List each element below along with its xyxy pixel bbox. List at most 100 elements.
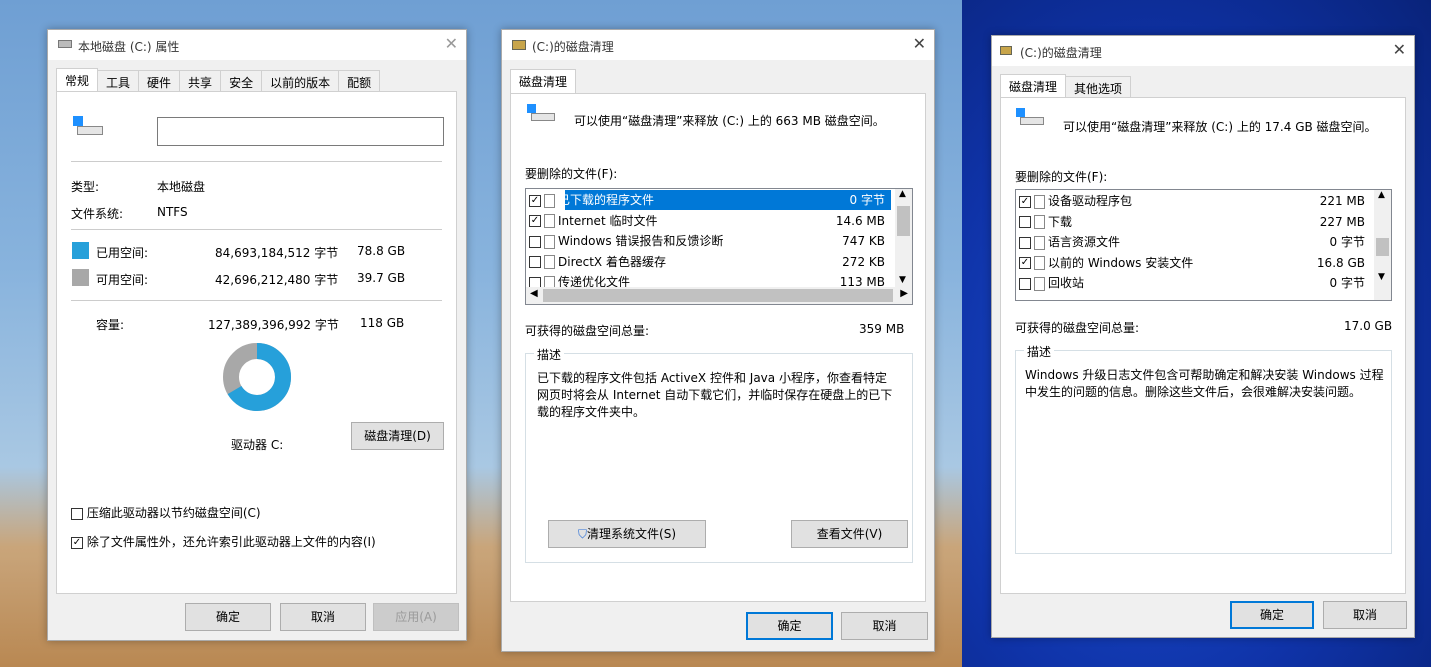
- list-item[interactable]: DirectX 着色器缓存 272 KB: [529, 252, 891, 272]
- free-bytes: 42,696,212,480 字节: [215, 273, 339, 287]
- file-icon: [544, 255, 555, 269]
- list-item[interactable]: ✓ 设备驱动程序包 221 MB: [1019, 191, 1371, 211]
- item-checkbox[interactable]: ✓: [1019, 257, 1031, 269]
- item-name: 设备驱动程序包: [1048, 194, 1133, 208]
- cleanup-icon: [512, 40, 526, 50]
- item-name: DirectX 着色器缓存: [558, 254, 666, 269]
- disk-cleanup-window: (C:)的磁盘清理 ✕ 磁盘清理 可以使用“磁盘清理”来释放 (C:) 上的 6…: [501, 29, 935, 652]
- item-checkbox[interactable]: [1019, 216, 1031, 228]
- close-icon[interactable]: ✕: [445, 34, 458, 53]
- free-gb: 39.7 GB: [357, 271, 406, 285]
- item-checkbox[interactable]: [529, 256, 541, 268]
- view-files-button[interactable]: 查看文件(V): [791, 520, 908, 548]
- window-title: (C:)的磁盘清理: [1020, 46, 1102, 60]
- title-bar: (C:)的磁盘清理 ✕: [502, 30, 934, 60]
- file-icon: [544, 214, 555, 228]
- file-icon: [1034, 276, 1045, 291]
- divider: [71, 229, 442, 230]
- cancel-button[interactable]: 取消: [1323, 601, 1407, 629]
- horizontal-scrollbar[interactable]: ◀ ▶: [526, 287, 912, 304]
- shield-icon: ⛉: [578, 527, 588, 541]
- scroll-down-icon[interactable]: ▼: [1378, 272, 1385, 282]
- file-icon: [544, 234, 555, 249]
- list-item[interactable]: Windows 错误报告和反馈诊断 747 KB: [529, 231, 891, 251]
- list-item[interactable]: 下载 227 MB: [1019, 212, 1371, 232]
- item-checkbox[interactable]: [1019, 236, 1031, 249]
- list-item[interactable]: 语言资源文件 0 字节: [1019, 232, 1371, 252]
- files-label: 要删除的文件(F):: [525, 167, 618, 181]
- cleanup-icon: [1000, 46, 1012, 55]
- item-checkbox[interactable]: ✓: [529, 215, 541, 227]
- scroll-thumb[interactable]: [543, 289, 893, 302]
- files-list[interactable]: ✓ 已下载的程序文件 0 字节 ✓ Internet 临时文件 14.6 MB Window…: [525, 188, 913, 305]
- divider: [71, 161, 442, 162]
- index-checkbox[interactable]: ✓: [71, 536, 83, 549]
- drive-name-input[interactable]: [157, 117, 444, 146]
- index-label: 除了文件属性外，还允许索引此驱动器上文件的内容(I): [86, 535, 376, 549]
- drive-large-icon: [73, 116, 103, 138]
- list-item[interactable]: ✓ 已下载的程序文件 0 字节: [529, 190, 891, 210]
- close-icon[interactable]: ✕: [913, 34, 926, 53]
- list-item[interactable]: 回收站 0 字节: [1019, 273, 1371, 293]
- compress-checkbox[interactable]: [71, 507, 83, 520]
- item-name: Windows 错误报告和反馈诊断: [558, 234, 724, 248]
- index-checkbox-row[interactable]: ✓ 除了文件属性外，还允许索引此驱动器上文件的内容(I): [71, 533, 376, 550]
- type-value: 本地磁盘: [157, 180, 206, 194]
- disk-cleanup-button[interactable]: 磁盘清理(D): [351, 422, 444, 450]
- file-icon: [544, 193, 555, 208]
- vertical-scrollbar[interactable]: ▲ ▼: [895, 189, 912, 287]
- list-item[interactable]: ✓ 以前的 Windows 安装文件 16.8 GB: [1019, 253, 1371, 273]
- tab-disk-cleanup[interactable]: 磁盘清理: [510, 69, 577, 95]
- scroll-up-icon[interactable]: ▲: [1378, 190, 1385, 200]
- scroll-right-icon[interactable]: ▶: [900, 288, 908, 299]
- cleanup-panel: 可以使用“磁盘清理”来释放 (C:) 上的 663 MB 磁盘空间。 要删除的文…: [510, 93, 926, 602]
- item-checkbox[interactable]: [1019, 277, 1031, 290]
- cancel-button[interactable]: 取消: [841, 612, 928, 640]
- free-color-swatch: [72, 269, 89, 286]
- drive-letter-label: 驱动器 C:: [231, 438, 284, 452]
- used-gb: 78.8 GB: [357, 244, 406, 258]
- window-title: 本地磁盘 (C:) 属性: [78, 40, 180, 54]
- scroll-up-icon[interactable]: ▲: [899, 189, 906, 199]
- ok-button[interactable]: 确定: [185, 603, 271, 631]
- item-size: 14.6 MB: [835, 213, 885, 228]
- cleanup-panel: 可以使用“磁盘清理”来释放 (C:) 上的 17.4 GB 磁盘空间。 要删除的…: [1000, 97, 1406, 594]
- item-checkbox[interactable]: [529, 235, 541, 248]
- filesystem-value: NTFS: [157, 205, 188, 219]
- description-text: Windows 升级日志文件包含可帮助确定和解决安装 Windows 过程中发生…: [1025, 368, 1384, 399]
- scroll-thumb[interactable]: [897, 206, 910, 236]
- scroll-thumb[interactable]: [1376, 238, 1389, 256]
- item-checkbox[interactable]: ✓: [1019, 195, 1031, 208]
- file-icon: [1034, 256, 1045, 270]
- type-label: 类型:: [71, 180, 100, 194]
- ok-button[interactable]: 确定: [1230, 601, 1314, 629]
- item-size: 0 字节: [1329, 276, 1365, 290]
- drive-icon: [58, 40, 72, 48]
- item-size: 0 字节: [1329, 235, 1365, 249]
- clean-system-files-button[interactable]: ⛉清理系统文件(S): [548, 520, 706, 548]
- description-label: 描述: [1024, 343, 1055, 360]
- used-color-swatch: [72, 242, 89, 259]
- files-label: 要删除的文件(F):: [1015, 170, 1108, 184]
- ok-button[interactable]: 确定: [746, 612, 833, 640]
- item-size: 0 字节: [849, 193, 885, 207]
- item-checkbox[interactable]: ✓: [529, 194, 541, 207]
- files-list[interactable]: ✓ 设备驱动程序包 221 MB 下载 227 MB 语言资源文件 0 字节 ✓ 以前的 Win…: [1015, 189, 1392, 301]
- vertical-scrollbar[interactable]: ▲ ▼: [1374, 190, 1391, 300]
- scroll-left-icon[interactable]: ◀: [530, 288, 538, 299]
- compress-label: 压缩此驱动器以节约磁盘空间(C): [86, 506, 261, 520]
- general-panel: 类型: 本地磁盘 文件系统: NTFS 已用空间: 84,693,184,512…: [56, 91, 457, 594]
- intro-text: 可以使用“磁盘清理”来释放 (C:) 上的 17.4 GB 磁盘空间。: [1063, 120, 1377, 134]
- item-name: 语言资源文件: [1048, 235, 1121, 249]
- list-item[interactable]: ✓ Internet 临时文件 14.6 MB: [529, 211, 891, 231]
- cancel-button[interactable]: 取消: [280, 603, 366, 631]
- item-size: 221 MB: [1319, 194, 1365, 208]
- total-value: 359 MB: [859, 322, 905, 336]
- close-icon[interactable]: ✕: [1393, 40, 1406, 59]
- capacity-gb: 118 GB: [360, 316, 405, 330]
- file-icon: [1034, 215, 1045, 229]
- capacity-label: 容量:: [96, 318, 125, 332]
- usage-donut-chart: [223, 343, 291, 411]
- compress-checkbox-row[interactable]: 压缩此驱动器以节约磁盘空间(C): [71, 504, 261, 521]
- scroll-down-icon[interactable]: ▼: [899, 275, 906, 285]
